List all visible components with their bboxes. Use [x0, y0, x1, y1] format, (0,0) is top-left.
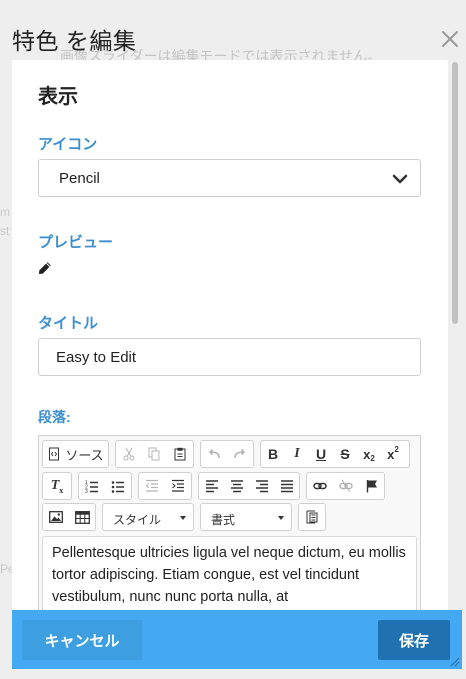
- format-combo[interactable]: 書式: [200, 503, 292, 531]
- modal-footer: キャンセル 保存: [12, 610, 462, 669]
- remove-format-icon[interactable]: Tx: [43, 473, 71, 499]
- caret-down-icon: [180, 516, 186, 520]
- source-icon: [49, 447, 60, 461]
- underline-icon[interactable]: U: [309, 441, 333, 467]
- list-group: 123: [78, 472, 132, 500]
- scrollbar-thumb[interactable]: [452, 62, 458, 324]
- icon-select[interactable]: Pencil: [38, 159, 421, 197]
- outdent-icon[interactable]: [139, 473, 165, 499]
- preview-label: プレビュー: [38, 234, 114, 251]
- close-icon[interactable]: [441, 30, 459, 48]
- indent-group: [138, 472, 192, 500]
- show-blocks-icon[interactable]: [299, 504, 325, 530]
- background-text: m: [0, 205, 10, 219]
- undo-icon[interactable]: [201, 441, 227, 467]
- source-group: ソース: [42, 440, 109, 468]
- svg-text:3: 3: [85, 489, 88, 493]
- editor-content-area[interactable]: Pellentesque ultricies ligula vel neque …: [42, 536, 417, 610]
- italic-icon[interactable]: I: [285, 441, 309, 467]
- title-input[interactable]: Easy to Edit: [38, 338, 421, 376]
- modal-title: 特色 を編集: [12, 28, 137, 54]
- format-combo-label: 書式: [211, 513, 236, 527]
- source-button[interactable]: ソース: [43, 441, 108, 467]
- icon-label: アイコン: [38, 136, 98, 153]
- anchor-flag-icon[interactable]: [359, 473, 384, 499]
- source-label: ソース: [65, 447, 104, 463]
- save-button[interactable]: 保存: [378, 620, 450, 660]
- insert-group: [42, 503, 96, 531]
- basic-styles-group: B I U S x2 x2: [260, 440, 410, 468]
- background-text: st: [0, 224, 10, 238]
- numbered-list-icon[interactable]: 123: [79, 473, 105, 499]
- chevron-down-icon: [392, 172, 408, 186]
- section-heading: 表示: [38, 86, 78, 108]
- bulleted-list-icon[interactable]: [105, 473, 131, 499]
- style-combo-label: スタイル: [113, 513, 162, 527]
- pencil-icon: [38, 261, 52, 275]
- title-input-value: Easy to Edit: [56, 349, 137, 366]
- align-right-icon[interactable]: [249, 473, 274, 499]
- align-justify-icon[interactable]: [274, 473, 299, 499]
- strike-icon[interactable]: S: [333, 441, 357, 467]
- editor-toolbar-row: ソース B I U S x 2 x 2: [42, 440, 420, 468]
- remove-format-group: Tx: [42, 472, 72, 500]
- bold-icon[interactable]: B: [261, 441, 285, 467]
- style-combo[interactable]: スタイル: [102, 503, 194, 531]
- align-left-icon[interactable]: [199, 473, 224, 499]
- copy-icon[interactable]: [142, 441, 166, 467]
- redo-icon[interactable]: [227, 441, 253, 467]
- icon-select-value: Pencil: [59, 170, 100, 187]
- modal-body: 表示 アイコン Pencil プレビュー タイトル Easy to Edit 段…: [12, 60, 448, 610]
- modal-header: 特色 を編集: [0, 0, 466, 62]
- align-center-icon[interactable]: [224, 473, 249, 499]
- cancel-button[interactable]: キャンセル: [22, 620, 142, 660]
- paste-icon[interactable]: [166, 441, 193, 467]
- title-label: タイトル: [38, 315, 99, 332]
- caret-down-icon: [278, 516, 284, 520]
- editor-toolbar-row: Tx 123: [42, 472, 420, 500]
- rich-text-editor: ソース B I U S x 2 x 2 T x 1 2 3 スタイル 書式 Pe…: [38, 435, 421, 610]
- subscript-icon[interactable]: x2: [357, 441, 381, 467]
- cut-icon[interactable]: [116, 441, 142, 467]
- link-group: [306, 472, 385, 500]
- maximize-group: [298, 503, 326, 531]
- clipboard-group: [115, 440, 194, 468]
- indent-icon[interactable]: [165, 473, 191, 499]
- undo-group: [200, 440, 254, 468]
- table-icon[interactable]: [69, 504, 95, 530]
- unlink-icon[interactable]: [333, 473, 359, 499]
- link-icon[interactable]: [307, 473, 333, 499]
- superscript-icon[interactable]: x2: [381, 441, 405, 467]
- image-icon[interactable]: [43, 504, 69, 530]
- resize-grip-icon[interactable]: [450, 657, 460, 667]
- paragraph-label: 段落:: [38, 409, 71, 425]
- editor-toolbar-row: スタイル 書式: [42, 503, 420, 531]
- align-group: [198, 472, 300, 500]
